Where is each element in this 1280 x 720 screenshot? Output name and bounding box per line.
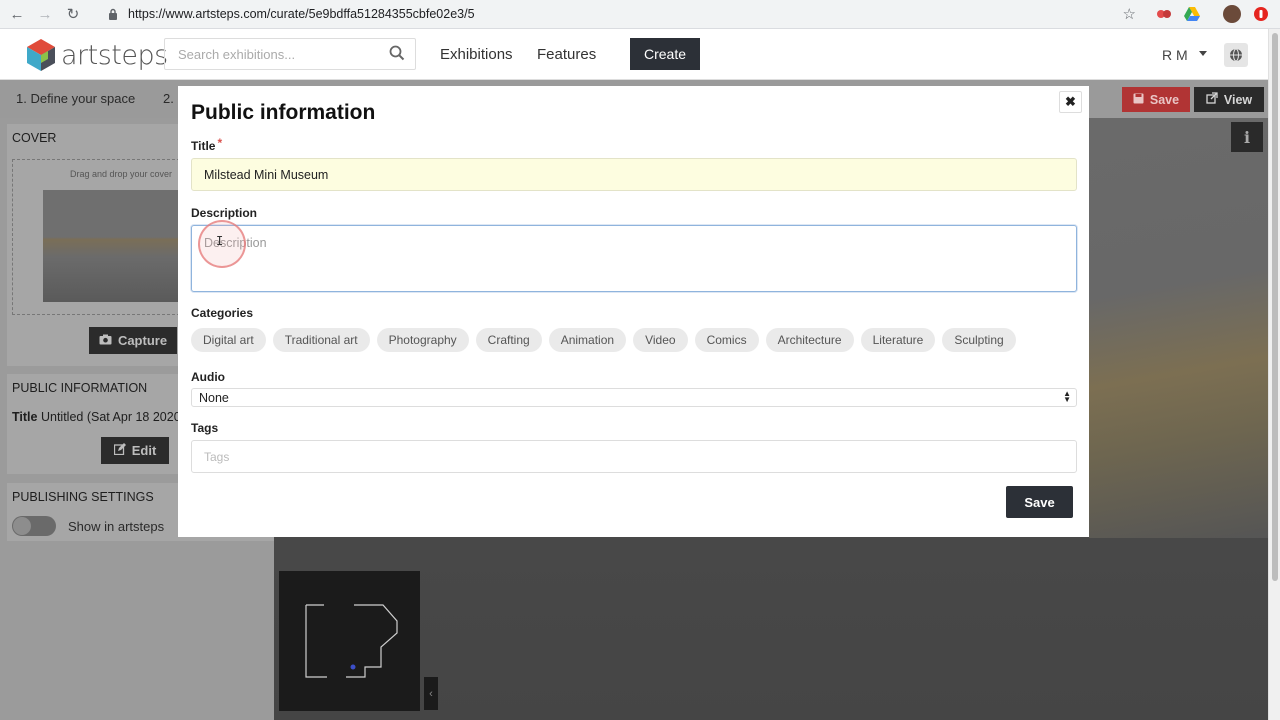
- category-chip-comics[interactable]: Comics: [694, 328, 759, 352]
- category-chip-video[interactable]: Video: [633, 328, 688, 352]
- search-icon[interactable]: [389, 45, 405, 61]
- scrollbar-thumb[interactable]: [1272, 33, 1278, 581]
- scene-wall: [1089, 118, 1268, 538]
- edit-label: Edit: [131, 443, 157, 458]
- audio-select[interactable]: None ▲ ▼: [191, 388, 1077, 407]
- category-chip-crafting[interactable]: Crafting: [475, 328, 542, 352]
- category-chip-digital-art[interactable]: Digital art: [191, 328, 266, 352]
- tags-label: Tags: [191, 421, 219, 435]
- page-scrollbar[interactable]: [1268, 29, 1280, 720]
- editor-save-button[interactable]: Save: [1122, 87, 1190, 112]
- bookmark-star-icon[interactable]: ☆: [1123, 5, 1136, 23]
- category-chip-architecture[interactable]: Architecture: [765, 328, 854, 352]
- create-button[interactable]: Create: [630, 38, 700, 70]
- forward-icon[interactable]: →: [34, 3, 56, 25]
- step-2[interactable]: 2.: [163, 91, 174, 106]
- audio-selected-value: None: [199, 390, 229, 405]
- minimap-collapse-icon[interactable]: ‹: [424, 677, 438, 710]
- google-drive-icon[interactable]: [1183, 5, 1201, 23]
- title-field[interactable]: Milstead Mini Museum: [191, 158, 1077, 191]
- cover-heading: COVER: [12, 131, 57, 145]
- extension-red-icon[interactable]: [1252, 5, 1270, 23]
- public-title-value: Untitled (Sat Apr 18 2020: [40, 410, 181, 424]
- extension-icon[interactable]: [1155, 5, 1173, 23]
- editor-view-label: View: [1223, 92, 1253, 107]
- camera-icon: [99, 333, 112, 348]
- back-icon[interactable]: ←: [6, 3, 28, 25]
- editor-save-label: Save: [1149, 92, 1180, 107]
- text-cursor-icon: I: [216, 234, 224, 248]
- show-in-artsteps-toggle[interactable]: [12, 516, 56, 536]
- nav-features[interactable]: Features: [537, 46, 596, 63]
- profile-avatar[interactable]: [1223, 5, 1241, 23]
- cover-thumbnail: [43, 190, 180, 302]
- public-info-modal: Public information ✖ Title * Milstead Min…: [178, 86, 1089, 537]
- logo-text: artsteps: [61, 39, 168, 71]
- search-input[interactable]: Search exhibitions...: [164, 38, 416, 70]
- external-link-icon: [1206, 92, 1218, 107]
- address-bar[interactable]: https://www.artsteps.com/curate/5e9bdffa…: [98, 3, 1144, 25]
- search-placeholder: Search exhibitions...: [178, 46, 296, 62]
- info-icon[interactable]: i: [1231, 122, 1263, 152]
- editor-view-button[interactable]: View: [1194, 87, 1264, 112]
- public-title-key: Title: [12, 410, 38, 424]
- reload-icon[interactable]: ↻: [62, 3, 84, 25]
- public-info-heading: PUBLIC INFORMATION: [12, 381, 148, 395]
- toggle-knob: [13, 517, 31, 535]
- step-define-space[interactable]: 1. Define your space: [16, 91, 135, 106]
- public-title-line: Title Untitled (Sat Apr 18 2020: [12, 410, 181, 424]
- app-header: artsteps Search exhibitions... Exhibitio…: [0, 29, 1268, 80]
- nav-exhibitions[interactable]: Exhibitions: [440, 46, 513, 63]
- audio-label: Audio: [191, 370, 225, 384]
- logo-cube-icon: [24, 38, 58, 72]
- close-icon[interactable]: ✖: [1059, 91, 1082, 113]
- user-menu[interactable]: R M: [1162, 47, 1188, 63]
- modal-title: Public information: [191, 101, 376, 124]
- title-label: Title *: [191, 136, 223, 153]
- publishing-heading: PUBLISHING SETTINGS: [12, 490, 154, 504]
- description-label: Description: [191, 206, 258, 220]
- globe-icon[interactable]: [1224, 43, 1248, 67]
- category-chip-traditional-art[interactable]: Traditional art: [272, 328, 370, 352]
- title-label-text: Title: [191, 139, 216, 153]
- select-arrows-icon: ▲ ▼: [1063, 389, 1071, 404]
- description-field[interactable]: [191, 225, 1077, 292]
- url-text: https://www.artsteps.com/curate/5e9bdffa…: [128, 7, 475, 21]
- minimap[interactable]: [279, 571, 420, 711]
- browser-toolbar: ← → ↻ https://www.artsteps.com/curate/5e…: [0, 0, 1280, 29]
- categories-list: Digital art Traditional art Photography …: [191, 328, 1016, 352]
- categories-label: Categories: [191, 306, 254, 320]
- lock-icon: [106, 7, 120, 21]
- capture-label: Capture: [117, 333, 168, 348]
- category-chip-photography[interactable]: Photography: [376, 328, 469, 352]
- artsteps-logo[interactable]: artsteps: [24, 38, 168, 72]
- category-chip-sculpting[interactable]: Sculpting: [942, 328, 1016, 352]
- tags-field[interactable]: Tags: [191, 440, 1077, 473]
- modal-save-button[interactable]: Save: [1006, 486, 1073, 518]
- cover-drop-text: Drag and drop your cover: [70, 169, 173, 179]
- caret-down-icon[interactable]: [1199, 51, 1207, 56]
- edit-public-info-button[interactable]: Edit: [101, 437, 169, 464]
- required-mark: *: [217, 136, 223, 150]
- edit-icon: [113, 443, 126, 458]
- floppy-icon: [1133, 93, 1144, 107]
- category-chip-literature[interactable]: Literature: [860, 328, 936, 352]
- show-in-artsteps-label: Show in artsteps: [68, 519, 165, 534]
- category-chip-animation[interactable]: Animation: [548, 328, 627, 352]
- capture-button[interactable]: Capture: [89, 327, 177, 354]
